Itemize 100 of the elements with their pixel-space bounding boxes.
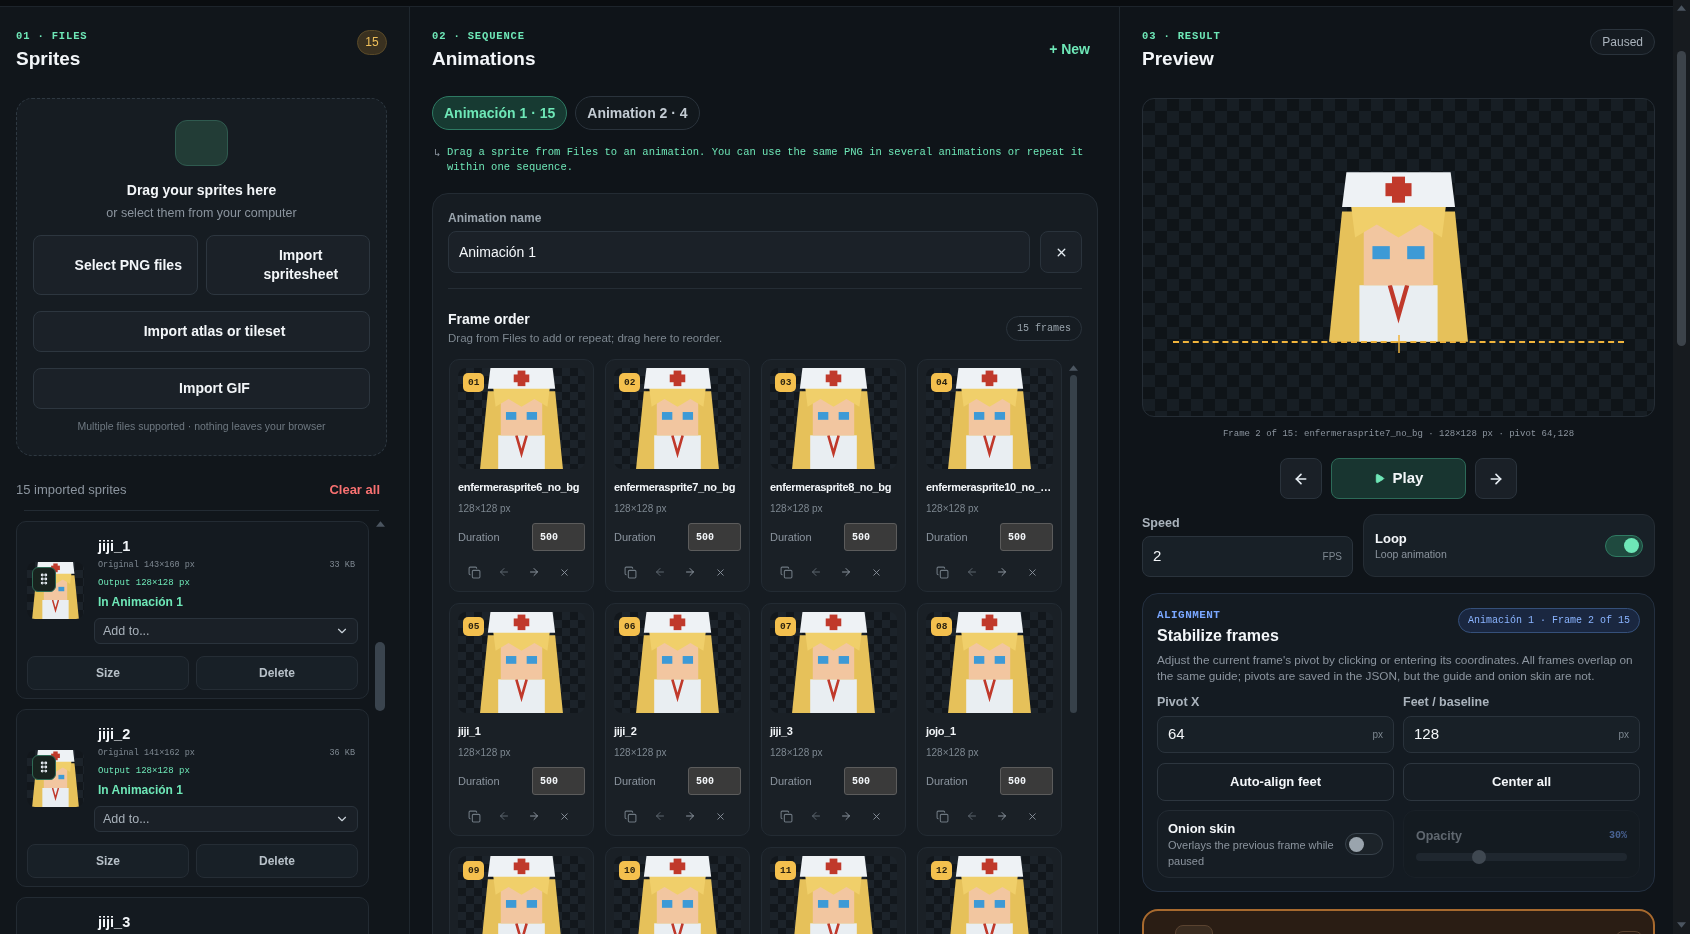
speed-field[interactable]: 2 FPS	[1142, 536, 1353, 577]
import-button[interactable]: Select PNG files	[33, 235, 198, 295]
onion-skin-toggle[interactable]	[1345, 833, 1383, 855]
add-to-select[interactable]: Add to...	[94, 618, 358, 644]
duration-input[interactable]: 500	[688, 523, 741, 551]
import-button[interactable]: Import atlas or tileset	[33, 311, 370, 352]
center-all-button[interactable]: Center all	[1403, 763, 1640, 801]
copy-icon	[935, 809, 949, 823]
field-label: Animation name	[448, 211, 543, 226]
loop-toggle[interactable]	[1605, 534, 1643, 557]
frame-card[interactable]: 11	[761, 847, 906, 934]
frame-name: enfermerasprite10_no_…	[926, 480, 1052, 495]
frame-card[interactable]: 08 jojo_1 128×128 px Duration 500	[917, 603, 1062, 836]
scroll-up-icon[interactable]	[1677, 5, 1686, 11]
arrow-right-icon	[840, 566, 852, 578]
frame-name: jiji_1	[458, 724, 482, 739]
preview-canvas[interactable]	[1142, 98, 1655, 417]
frame-card[interactable]: 07 jiji_3 128×128 px Duration 500	[761, 603, 906, 836]
loop-subtitle: Loop animation	[1375, 546, 1447, 562]
arrow-right-icon	[528, 566, 540, 578]
arrow-right-icon	[840, 810, 852, 822]
import-button[interactable]: Import spritesheet	[205, 235, 370, 295]
frame-name: jiji_3	[770, 724, 794, 739]
drop-zone[interactable]: Drag your sprites here or select them from your computer Select PNG files Import spritesheet Import atlas or tileset Import GIF Multiple files supported · nothing leaves your browser	[16, 98, 387, 456]
page-scrollbar[interactable]	[1673, 0, 1690, 934]
frame-number-badge: 10	[619, 861, 641, 880]
frame-card[interactable]: 10	[605, 847, 750, 934]
arrow-left-icon	[966, 810, 978, 822]
duration-input[interactable]: 500	[844, 767, 897, 795]
import-button[interactable]: Import GIF	[33, 368, 370, 409]
previous-frame-button[interactable]	[1280, 458, 1322, 499]
duration-input[interactable]: 500	[688, 767, 741, 795]
scrollbar-thumb[interactable]	[1069, 375, 1077, 713]
frame-size: 128×128 px	[926, 502, 980, 516]
frame-card[interactable]: 12	[917, 847, 1062, 934]
frame-size: 128×128 px	[614, 746, 668, 760]
delete-button[interactable]: Delete	[196, 844, 358, 878]
section-step: 01 · FILES	[16, 30, 88, 43]
drag-handle[interactable]	[32, 566, 56, 592]
section-title: Sprites	[16, 47, 82, 71]
frame-card[interactable]: 05 jiji_1 128×128 px Duration 500	[449, 603, 594, 836]
drop-note: Multiple files supported · nothing leaves your browser	[77, 419, 326, 433]
size-button[interactable]: Size	[27, 656, 189, 690]
file-size: 36 KB	[329, 747, 355, 760]
sprite-name: jiji_1	[98, 537, 132, 556]
frame-card[interactable]: 01 enfermerasprite6_no_bg 128×128 px Duration 500	[449, 359, 594, 592]
frame-card[interactable]: 06 jiji_2 128×128 px Duration 500	[605, 603, 750, 836]
delete-animation-button[interactable]	[1040, 231, 1082, 273]
animation-name-input[interactable]: Animación 1	[448, 231, 1030, 273]
scroll-up-icon[interactable]	[1068, 365, 1078, 371]
next-frame-button[interactable]	[1475, 458, 1517, 499]
frame-name: enfermerasprite7_no_bg	[614, 480, 737, 495]
arrow-left-icon	[498, 566, 510, 578]
frame-caption: Frame 2 of 15: enfermerasprite7_no_bg · 128×128 px · pivot 64,128	[1221, 428, 1576, 440]
size-button[interactable]: Size	[27, 844, 189, 878]
duration-input[interactable]: 500	[532, 767, 585, 795]
duration-input[interactable]: 500	[844, 523, 897, 551]
pivot-x-field[interactable]: 64 px	[1157, 716, 1394, 753]
hint-arrow-icon: ↳	[432, 145, 447, 175]
count-badge: 15	[357, 30, 387, 55]
add-to-select[interactable]: Add to...	[94, 806, 358, 832]
close-icon	[1026, 566, 1038, 578]
frame-size: 128×128 px	[614, 502, 668, 516]
frame-name: enfermerasprite6_no_bg	[458, 480, 581, 495]
section-subtitle: Frame order	[448, 310, 531, 328]
arrow-left-icon	[810, 810, 822, 822]
close-icon	[558, 810, 570, 822]
frame-card[interactable]: 04 enfermerasprite10_no_… 128×128 px Duration 500	[917, 359, 1062, 592]
scrollbar-thumb[interactable]	[375, 642, 385, 711]
drag-handle[interactable]	[32, 754, 56, 780]
frame-name: enfermerasprite8_no_bg	[770, 480, 893, 495]
scroll-down-icon[interactable]	[1677, 922, 1686, 928]
duration-input[interactable]: 500	[532, 523, 585, 551]
onion-title: Onion skin	[1168, 819, 1237, 837]
close-icon	[870, 810, 882, 822]
arrow-left-icon	[654, 810, 666, 822]
duration-input[interactable]: 500	[1000, 767, 1053, 795]
duration-label: Duration	[770, 530, 812, 544]
auto-align-button[interactable]: Auto-align feet	[1157, 763, 1394, 801]
drag-hint: Drag a sprite from Files to an animation. You can use the same PNG in several animations or repeat it within one sequence.	[447, 145, 1085, 175]
baseline-field[interactable]: 128 px	[1403, 716, 1640, 753]
animation-tab[interactable]: Animation 2 · 4	[575, 96, 700, 130]
duration-label: Duration	[926, 530, 968, 544]
scrollbar-thumb[interactable]	[1677, 51, 1686, 346]
frame-card[interactable]: 02 enfermerasprite7_no_bg 128×128 px Duration 500	[605, 359, 750, 592]
duration-input[interactable]: 500	[1000, 523, 1053, 551]
animation-tab[interactable]: Animación 1 · 15	[432, 96, 568, 130]
new-animation-button[interactable]: + New	[1049, 40, 1090, 58]
frame-card[interactable]: 09	[449, 847, 594, 934]
delete-button[interactable]: Delete	[196, 656, 358, 690]
clear-all-button[interactable]: Clear all	[329, 482, 380, 498]
frame-card[interactable]: 03 enfermerasprite8_no_bg 128×128 px Duration 500	[761, 359, 906, 592]
duration-label: Duration	[458, 530, 500, 544]
original-size: Original 141×162 px	[98, 747, 195, 760]
file-size: 33 KB	[329, 559, 355, 572]
usage-label: In Animación 1	[98, 594, 184, 611]
duration-label: Duration	[926, 774, 968, 788]
alignment-eyebrow: ALIGNMENT	[1157, 608, 1222, 622]
play-button[interactable]: Play	[1331, 458, 1466, 499]
scroll-up-icon[interactable]	[375, 521, 385, 527]
